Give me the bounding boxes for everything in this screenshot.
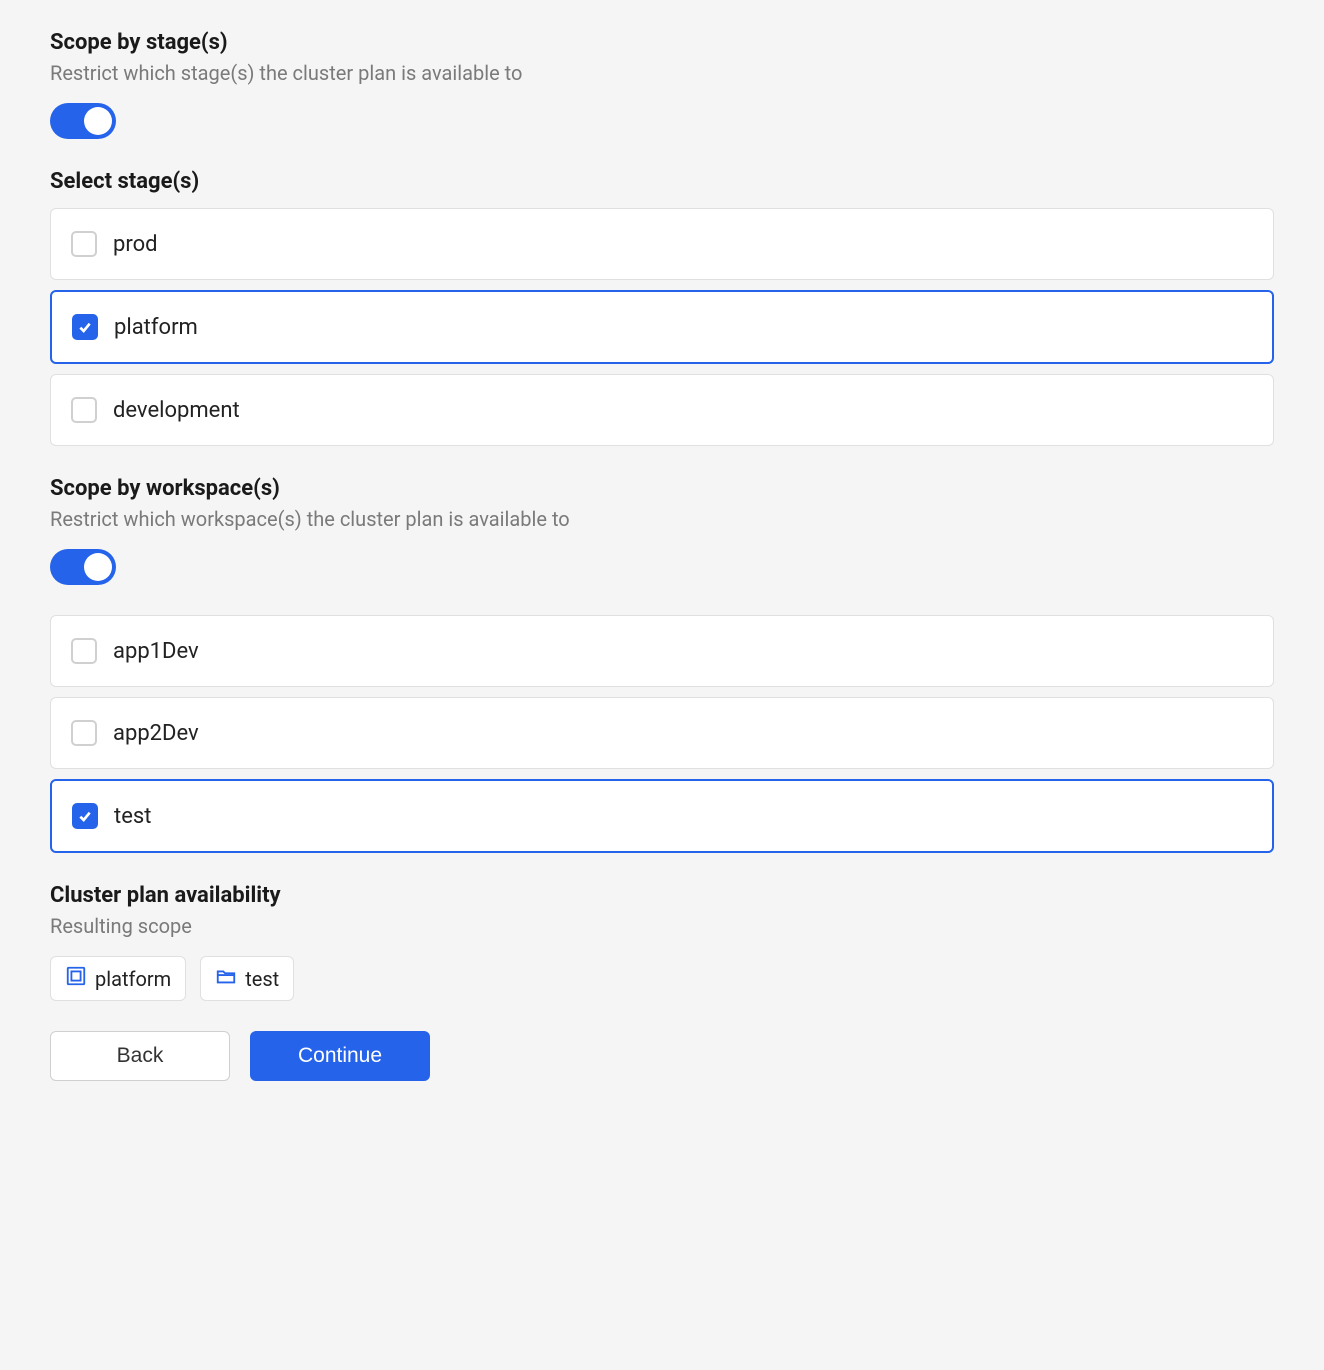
actions-row: Back Continue bbox=[50, 1031, 1274, 1081]
workspace-option-test[interactable]: test bbox=[50, 779, 1274, 853]
stage-icon bbox=[65, 965, 87, 992]
chip-test: test bbox=[200, 956, 294, 1001]
stage-checkbox-development[interactable] bbox=[71, 397, 97, 423]
workspace-option-list: app1Dev app2Dev test bbox=[50, 615, 1274, 853]
stage-option-development[interactable]: development bbox=[50, 374, 1274, 446]
scope-stage-title: Scope by stage(s) bbox=[50, 30, 1274, 55]
scope-chips: platform test bbox=[50, 956, 1274, 1001]
workspace-label-app1dev: app1Dev bbox=[113, 639, 199, 664]
stage-label-prod: prod bbox=[113, 232, 158, 257]
chip-platform-label: platform bbox=[95, 967, 171, 991]
availability-title: Cluster plan availability bbox=[50, 883, 1274, 908]
folder-icon bbox=[215, 965, 237, 992]
chip-test-label: test bbox=[245, 967, 279, 991]
scope-stage-section: Scope by stage(s) Restrict which stage(s… bbox=[50, 30, 1274, 446]
stage-option-prod[interactable]: prod bbox=[50, 208, 1274, 280]
scope-stage-toggle-knob bbox=[84, 107, 112, 135]
workspace-checkbox-app1dev[interactable] bbox=[71, 638, 97, 664]
chip-platform: platform bbox=[50, 956, 186, 1001]
stage-label-development: development bbox=[113, 398, 240, 423]
availability-section: Cluster plan availability Resulting scop… bbox=[50, 883, 1274, 1001]
select-stage-title: Select stage(s) bbox=[50, 169, 1274, 194]
scope-stage-desc: Restrict which stage(s) the cluster plan… bbox=[50, 61, 1274, 85]
workspace-label-test: test bbox=[114, 804, 151, 829]
stage-label-platform: platform bbox=[114, 315, 198, 340]
scope-workspace-desc: Restrict which workspace(s) the cluster … bbox=[50, 507, 1274, 531]
scope-workspace-toggle-knob bbox=[84, 553, 112, 581]
continue-button[interactable]: Continue bbox=[250, 1031, 430, 1081]
scope-workspace-section: Scope by workspace(s) Restrict which wor… bbox=[50, 476, 1274, 853]
stage-checkbox-prod[interactable] bbox=[71, 231, 97, 257]
stage-option-platform[interactable]: platform bbox=[50, 290, 1274, 364]
stage-checkbox-platform[interactable] bbox=[72, 314, 98, 340]
workspace-checkbox-app2dev[interactable] bbox=[71, 720, 97, 746]
workspace-label-app2dev: app2Dev bbox=[113, 721, 199, 746]
workspace-option-app1dev[interactable]: app1Dev bbox=[50, 615, 1274, 687]
back-button[interactable]: Back bbox=[50, 1031, 230, 1081]
scope-stage-toggle[interactable] bbox=[50, 103, 116, 139]
workspace-option-app2dev[interactable]: app2Dev bbox=[50, 697, 1274, 769]
availability-desc: Resulting scope bbox=[50, 914, 1274, 938]
stage-option-list: prod platform development bbox=[50, 208, 1274, 446]
workspace-checkbox-test[interactable] bbox=[72, 803, 98, 829]
scope-workspace-toggle[interactable] bbox=[50, 549, 116, 585]
scope-workspace-title: Scope by workspace(s) bbox=[50, 476, 1274, 501]
